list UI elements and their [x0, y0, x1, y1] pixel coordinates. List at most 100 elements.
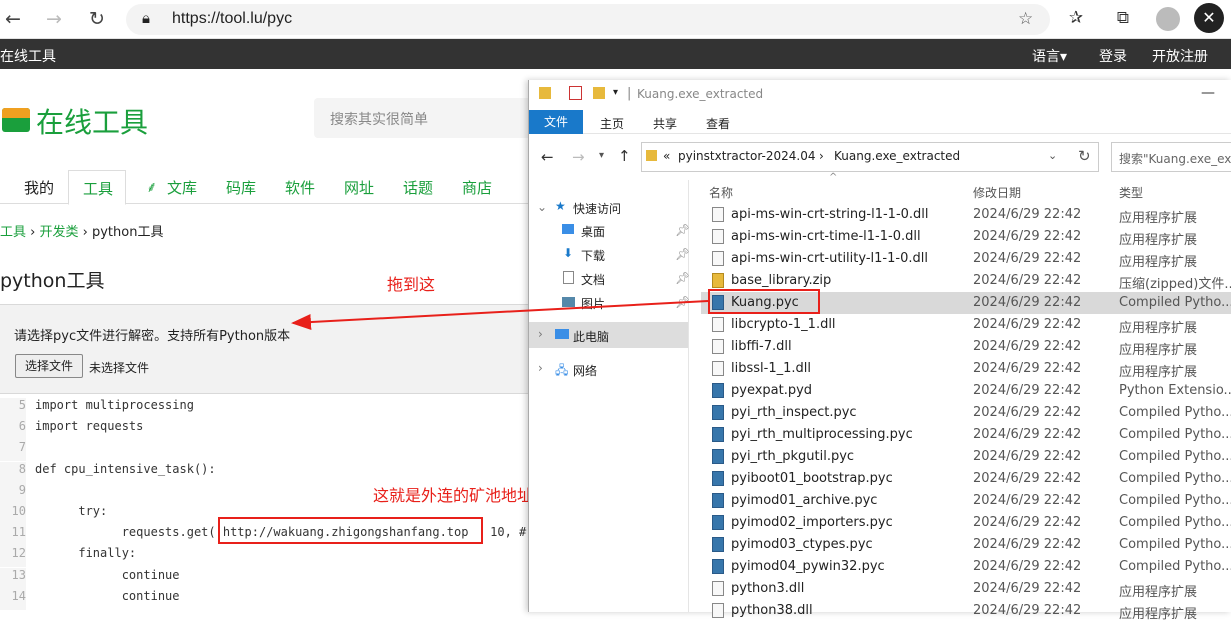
nav-quick-access[interactable]: 快速访问 — [573, 200, 621, 217]
py-file-icon — [712, 405, 724, 420]
choose-file-button[interactable]: 选择文件 — [15, 354, 83, 378]
file-date: 2024/6/29 22:42 — [973, 471, 1082, 486]
path-segment-1[interactable]: pyinstxtractor-2024.04 — [678, 149, 815, 163]
col-date[interactable]: 修改日期 — [973, 184, 1021, 201]
file-date: 2024/6/29 22:42 — [973, 493, 1082, 508]
explorer-search-placeholder: 搜索"Kuang.exe_ex — [1119, 152, 1231, 166]
topbar-site[interactable]: 在线工具 — [0, 46, 56, 66]
file-row[interactable]: pyexpat.pyd 2024/6/29 22:42 Python Extensi… — [701, 380, 1231, 402]
favorites-icon[interactable]: ✰ — [1064, 8, 1088, 28]
properties-icon[interactable] — [569, 86, 582, 100]
nav-urls[interactable]: 网址 — [344, 177, 374, 198]
tab-file[interactable]: 文件 — [529, 110, 583, 134]
nav-store[interactable]: 商店 — [462, 177, 492, 198]
path-segment-2[interactable]: Kuang.exe_extracted — [834, 149, 960, 163]
login-link[interactable]: 登录 — [1099, 46, 1127, 66]
quick-access-dropdown-icon[interactable]: ▾ — [613, 87, 618, 98]
nav-maku[interactable]: 码库 — [226, 177, 256, 198]
file-row[interactable]: libssl-1_1.dll 2024/6/29 22:42 应用程序扩展 — [701, 358, 1231, 380]
path-overflow[interactable]: « — [663, 149, 670, 163]
file-row[interactable]: python3.dll 2024/6/29 22:42 应用程序扩展 — [701, 578, 1231, 600]
nav-software[interactable]: 软件 — [285, 177, 315, 198]
refresh-icon[interactable]: ↻ — [84, 6, 110, 32]
forward-icon[interactable]: → — [41, 6, 67, 32]
line-number: 13 — [0, 567, 26, 589]
file-row[interactable]: pyimod01_archive.pyc 2024/6/29 22:42 Compi… — [701, 490, 1231, 512]
back-arrow-icon[interactable]: ← — [541, 148, 554, 166]
nav-mine[interactable]: 我的 — [24, 177, 54, 198]
profile-avatar[interactable] — [1156, 7, 1180, 31]
file-row[interactable]: libffi-7.dll 2024/6/29 22:42 应用程序扩展 — [701, 336, 1231, 358]
site-search-input[interactable]: 搜索其实很简单 — [314, 98, 534, 138]
file-row[interactable]: api-ms-win-crt-string-l1-1-0.dll 2024/6/2… — [701, 204, 1231, 226]
file-row[interactable]: api-ms-win-crt-utility-l1-1-0.dll 2024/6/… — [701, 248, 1231, 270]
nav-documents[interactable]: 文档 — [581, 271, 605, 288]
pin-icon[interactable]: 📌︎ — [675, 223, 690, 237]
nav-tools-tab[interactable]: 工具 — [68, 170, 126, 205]
file-row[interactable]: pyiboot01_bootstrap.pyc 2024/6/29 22:42 Co… — [701, 468, 1231, 490]
pin-icon[interactable]: 📌︎ — [675, 271, 690, 285]
path-sep[interactable]: › — [819, 149, 824, 163]
nav-topics[interactable]: 话题 — [403, 177, 433, 198]
file-row[interactable]: pyimod02_importers.pyc 2024/6/29 22:42 Com… — [701, 512, 1231, 534]
col-name[interactable]: 名称 — [709, 184, 733, 201]
nav-network[interactable]: 网络 — [573, 362, 597, 379]
language-menu[interactable]: 语言▾ — [1032, 46, 1067, 66]
address-path[interactable]: « pyinstxtractor-2024.04 › Kuang.exe_ext… — [641, 142, 1099, 172]
crumb-dev[interactable]: 开发类 — [39, 225, 78, 240]
file-row[interactable]: api-ms-win-crt-time-l1-1-0.dll 2024/6/29 … — [701, 226, 1231, 248]
file-row[interactable]: pyi_rth_multiprocessing.pyc 2024/6/29 22:… — [701, 424, 1231, 446]
refresh-path-icon[interactable]: ↻ — [1078, 147, 1091, 165]
tab-home[interactable]: 主页 — [600, 115, 624, 132]
file-row[interactable]: libcrypto-1_1.dll 2024/6/29 22:42 应用程序扩展 — [701, 314, 1231, 336]
file-name: python3.dll — [731, 581, 805, 596]
navigation-pane: ⌄ ★ 快速访问 桌面 📌︎ ⬇ 下载 📌︎ 文档 📌︎ 图片 📌︎ › 此电脑… — [529, 180, 690, 612]
register-link[interactable]: 开放注册 — [1152, 46, 1208, 66]
crumb-current: python工具 — [91, 225, 164, 240]
file-name: api-ms-win-crt-time-l1-1-0.dll — [731, 229, 921, 244]
title-separator: | — [627, 86, 632, 101]
collapse-chevron-icon[interactable]: › — [538, 327, 543, 341]
documents-icon — [563, 271, 574, 284]
minimize-icon[interactable]: — — [1201, 85, 1215, 101]
explorer-search-input[interactable]: 搜索"Kuang.exe_ex — [1111, 142, 1231, 172]
nav-wenku[interactable]: 文库 — [167, 177, 197, 198]
file-row[interactable]: pyi_rth_pkgutil.pyc 2024/6/29 22:42 Compil… — [701, 446, 1231, 468]
nav-desktop[interactable]: 桌面 — [581, 223, 605, 240]
column-headers: ^ 名称 修改日期 类型 — [701, 172, 1231, 202]
tab-view[interactable]: 查看 — [706, 115, 730, 132]
file-explorer-window: ▾ | Kuang.exe_extracted — 文件 主页 共享 查看 ← … — [528, 80, 1231, 622]
file-row[interactable]: pyi_rth_inspect.pyc 2024/6/29 22:42 Compil… — [701, 402, 1231, 424]
back-icon[interactable]: ← — [0, 6, 26, 32]
new-folder-icon[interactable] — [593, 87, 605, 99]
favorite-star-icon[interactable]: ☆ — [1018, 9, 1033, 29]
file-name: pyi_rth_multiprocessing.pyc — [731, 427, 913, 442]
pin-icon[interactable]: 📌︎ — [675, 247, 690, 261]
forward-arrow-icon[interactable]: → — [572, 148, 585, 166]
file-row[interactable]: pyimod04_pywin32.pyc 2024/6/29 22:42 Compi… — [701, 556, 1231, 578]
line-number: 6 — [0, 419, 26, 441]
pyc-drop-zone[interactable]: 请选择pyc文件进行解密。支持所有Python版本 — [0, 304, 528, 394]
address-bar[interactable]: 🔒︎ https://tool.lu/pyc ☆ — [126, 4, 1050, 35]
file-name: api-ms-win-crt-string-l1-1-0.dll — [731, 207, 929, 222]
site-logo[interactable]: 在线工具 — [36, 101, 148, 141]
path-dropdown-icon[interactable]: ⌄ — [1048, 149, 1057, 162]
this-pc-row[interactable]: › 此电脑 — [529, 322, 688, 348]
collapse-chevron-icon[interactable]: › — [538, 361, 543, 375]
collections-icon[interactable]: ⧉ — [1111, 8, 1135, 28]
expand-chevron-icon[interactable]: ⌄ — [537, 200, 547, 214]
pin-icon[interactable]: 📌︎ — [675, 295, 690, 309]
recent-dropdown-icon[interactable]: ▾ — [599, 150, 604, 161]
nav-downloads[interactable]: 下载 — [581, 247, 605, 264]
file-date: 2024/6/29 22:42 — [973, 449, 1082, 464]
tab-share[interactable]: 共享 — [653, 115, 677, 132]
file-type: Python Extensio... — [1119, 383, 1231, 398]
nav-pictures[interactable]: 图片 — [581, 295, 605, 312]
close-icon[interactable]: ✕ — [1194, 3, 1224, 33]
up-arrow-icon[interactable]: ↑ — [618, 147, 631, 165]
crumb-tools[interactable]: 工具 — [0, 225, 26, 240]
file-type: 应用程序扩展 — [1119, 343, 1198, 358]
file-row[interactable]: pyimod03_ctypes.pyc 2024/6/29 22:42 Compil… — [701, 534, 1231, 556]
file-row[interactable]: python38.dll 2024/6/29 22:42 应用程序扩展 — [701, 600, 1231, 622]
col-type[interactable]: 类型 — [1119, 184, 1143, 201]
